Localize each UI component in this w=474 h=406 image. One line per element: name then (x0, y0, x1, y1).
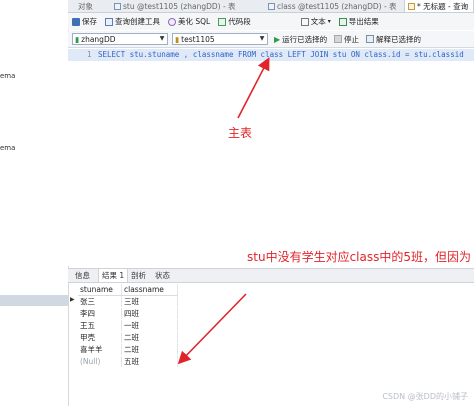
tab-info[interactable]: 信息 (72, 269, 93, 282)
table-row[interactable]: 喜羊羊 二班 (78, 344, 178, 355)
table-row[interactable]: 王五 一班 (78, 320, 178, 331)
table-row[interactable]: 甲壳 二班 (78, 332, 178, 343)
arrow-to-main-table (237, 57, 270, 119)
column-header-stuname[interactable]: stuname (78, 284, 122, 295)
watermark: CSDN @张DD的小铺子 (382, 392, 468, 401)
grid-header: stuname classname (78, 284, 178, 296)
tab-result-1[interactable]: 结果 1 (98, 269, 129, 282)
column-header-classname[interactable]: classname (122, 284, 178, 295)
arrow-to-null-row (177, 293, 247, 365)
tab-profile[interactable]: 剖析 (128, 269, 149, 282)
current-row-marker: ▶ (70, 296, 75, 303)
table-row[interactable]: 李四 四班 (78, 308, 178, 319)
result-tabs: 信息 结果 1 剖析 状态 (68, 268, 474, 283)
table-row[interactable]: 张三 三班 (78, 296, 178, 307)
annotation-main-table: 主表 (228, 126, 253, 140)
tab-status[interactable]: 状态 (152, 269, 173, 282)
table-row[interactable]: (Null) 五班 (78, 356, 178, 367)
annotation-arrows (177, 57, 270, 365)
null-cell[interactable]: (Null) (78, 356, 122, 367)
